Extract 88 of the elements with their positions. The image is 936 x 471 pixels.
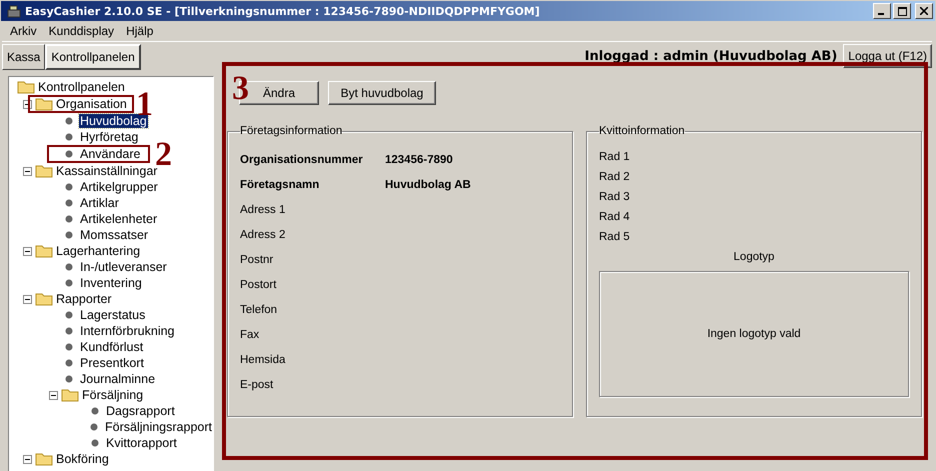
folder-icon <box>35 452 53 466</box>
bullet-icon <box>90 423 98 431</box>
tree-item[interactable]: Artikelgrupper <box>79 180 159 194</box>
group-title: Företagsinformation <box>240 125 342 137</box>
field-value: Huvudbolag AB <box>385 178 471 190</box>
field-label: Organisationsnummer <box>240 154 364 166</box>
close-button[interactable] <box>915 3 933 19</box>
collapse-icon[interactable] <box>23 246 32 256</box>
window-title: EasyCashier 2.10.0 SE - [Tillverkningsnummer : 123456-7890-NDIIDQDPPMFYGOM] <box>25 4 541 18</box>
bullet-icon <box>65 327 73 335</box>
tab[interactable]: Kontrollpanelen <box>45 44 141 70</box>
tree-item[interactable]: Användare <box>79 147 142 161</box>
tree-item[interactable]: Artiklar <box>79 196 120 210</box>
tab[interactable]: Kassa <box>2 44 46 70</box>
bullet-icon <box>65 311 73 319</box>
tree-item[interactable]: Organisation <box>55 97 128 111</box>
tree-item[interactable]: Huvudbolag <box>79 114 148 128</box>
menu-item[interactable]: Hjälp <box>126 24 154 38</box>
field-label: Postnr <box>240 254 274 266</box>
field-label: Företagsnamn <box>240 178 320 190</box>
logo-label: Logotyp <box>732 250 776 265</box>
tree-item[interactable]: In-/utleveranser <box>79 260 168 274</box>
collapse-icon[interactable] <box>49 390 58 400</box>
receipt-row-label: Rad 3 <box>599 190 631 205</box>
receipt-row-label: Rad 4 <box>599 210 631 225</box>
bullet-icon <box>65 183 73 191</box>
bullet-icon <box>91 439 99 447</box>
folder-icon <box>35 292 53 306</box>
collapse-icon[interactable] <box>23 166 32 176</box>
tree-item[interactable]: Kassainställningar <box>55 164 158 178</box>
bullet-icon <box>65 150 73 158</box>
tree-item[interactable]: Försäljning <box>81 388 144 402</box>
group-title: Kvittoinformation <box>599 125 685 137</box>
field-value: 123456-7890 <box>385 154 453 166</box>
tree-item[interactable]: Kvittorapport <box>105 436 178 450</box>
bullet-icon <box>65 215 73 223</box>
bullet-icon <box>65 343 73 351</box>
bullet-icon <box>65 359 73 367</box>
tree-item[interactable]: Rapporter <box>55 292 113 306</box>
bullet-icon <box>65 117 73 125</box>
menu-item[interactable]: Kunddisplay <box>48 24 114 38</box>
menu-item[interactable]: Arkiv <box>10 24 37 38</box>
folder-icon <box>35 97 53 111</box>
tree-item[interactable]: Presentkort <box>79 356 145 370</box>
tree-item[interactable]: Lagerhantering <box>55 244 142 258</box>
receipt-row-label: Rad 2 <box>599 170 631 185</box>
tree-item[interactable]: Dagsrapport <box>105 404 176 418</box>
maximize-icon <box>898 6 906 16</box>
minimize-button[interactable] <box>873 3 891 19</box>
field-label: Fax <box>240 328 260 340</box>
bullet-icon <box>65 199 73 207</box>
tree-item[interactable]: Lagerstatus <box>79 308 146 322</box>
tree-item[interactable]: Bokföring <box>55 452 110 466</box>
field-label: Adress 1 <box>240 204 286 216</box>
field-label: Postort <box>240 278 278 290</box>
tree-item[interactable]: Försäljningsrapport <box>104 420 213 434</box>
receipt-row-label: Rad 1 <box>599 150 631 165</box>
login-status: Inloggad : admin (Huvudbolag AB) <box>584 48 838 64</box>
folder-icon <box>61 388 79 402</box>
maximize-button[interactable] <box>893 3 911 19</box>
tree-item[interactable]: Internförbrukning <box>79 324 176 338</box>
bullet-icon <box>65 231 73 239</box>
folder-icon <box>35 244 53 258</box>
folder-icon <box>17 80 35 94</box>
field-label: E-post <box>240 378 274 390</box>
receipt-row-label: Rad 5 <box>599 230 631 245</box>
tree-item[interactable]: Momssatser <box>79 228 150 242</box>
field-label: Telefon <box>240 304 278 316</box>
folder-icon <box>35 164 53 178</box>
tree-item[interactable]: Artikelenheter <box>79 212 158 226</box>
field-label: Hemsida <box>240 354 286 366</box>
collapse-icon[interactable] <box>23 454 32 464</box>
tree-item[interactable]: Kundförlust <box>79 340 144 354</box>
bullet-icon <box>91 407 99 415</box>
bullet-icon <box>65 133 73 141</box>
tree-item[interactable]: Journalminne <box>79 372 156 386</box>
close-icon <box>920 7 928 15</box>
toolbar-button[interactable]: Byt huvudbolag <box>328 81 436 105</box>
bullet-icon <box>65 279 73 287</box>
collapse-icon[interactable] <box>23 294 32 304</box>
bullet-icon <box>65 263 73 271</box>
logo-field: Ingen logotyp vald <box>599 271 909 397</box>
field-label: Adress 2 <box>240 228 286 240</box>
tree-item[interactable]: Hyrföretag <box>79 130 140 144</box>
cash-register-icon <box>7 4 21 18</box>
tree-item[interactable]: Inventering <box>79 276 143 290</box>
bullet-icon <box>65 375 73 383</box>
tree-item[interactable]: Kontrollpanelen <box>37 80 126 94</box>
